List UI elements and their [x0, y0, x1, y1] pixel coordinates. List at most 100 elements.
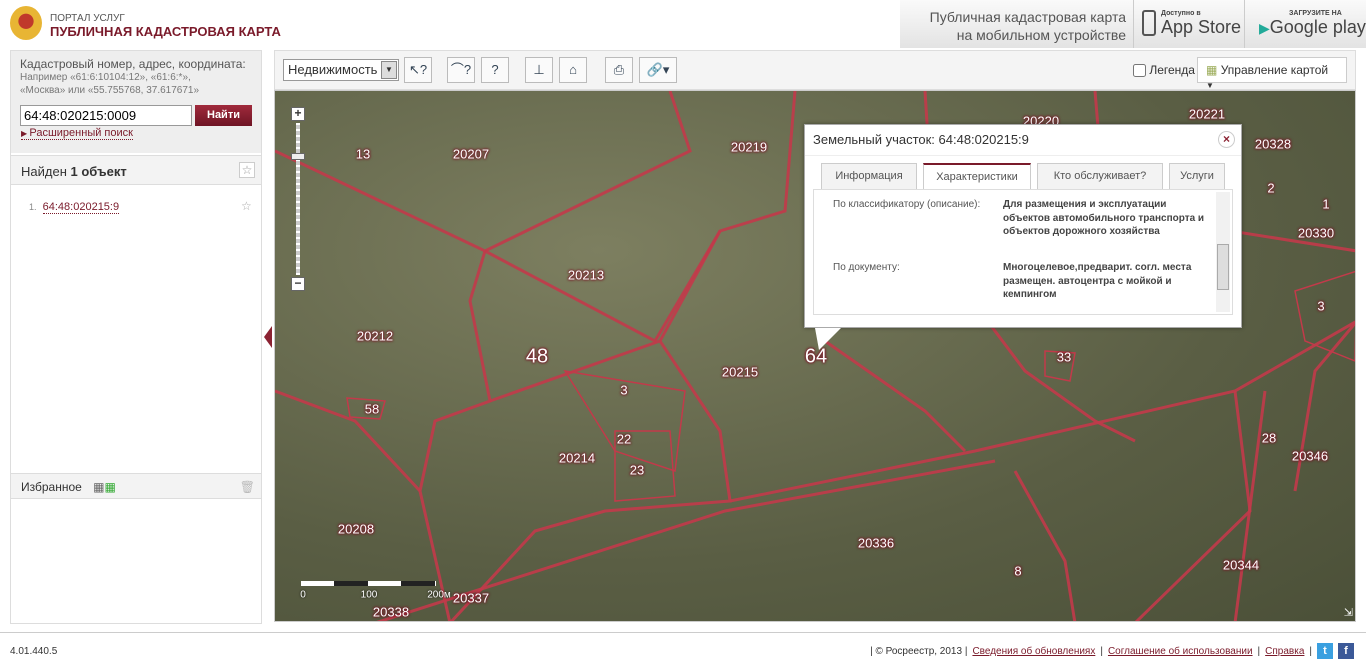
parcel-label[interactable]: 20337 — [453, 591, 489, 606]
parcel-label[interactable]: 20330 — [1298, 226, 1334, 241]
zoom-in-button[interactable]: + — [291, 107, 305, 121]
link-icon[interactable]: 🔗▾ — [639, 57, 677, 83]
parcel-line — [275, 91, 692, 253]
updates-link[interactable]: Сведения об обновлениях — [972, 646, 1095, 657]
parcel-label[interactable]: 8 — [1014, 564, 1021, 579]
parcel-label[interactable]: 28 — [1262, 431, 1276, 446]
scale-label-0: 0 — [300, 589, 306, 601]
tab-information[interactable]: Информация — [821, 163, 917, 189]
map-control-label: Управление картой — [1220, 63, 1329, 77]
legend-check[interactable] — [1133, 64, 1146, 78]
find-button[interactable]: Найти — [195, 105, 252, 126]
popup-pointer — [815, 328, 841, 350]
help-link[interactable]: Справка — [1265, 646, 1304, 657]
trash-icon[interactable]: 🗑 — [240, 480, 255, 494]
parcel-label[interactable]: 20336 — [858, 536, 894, 551]
parcel-label[interactable]: 20207 — [453, 147, 489, 162]
result-item[interactable]: 1. 64:48:020215:9 — [29, 201, 120, 214]
close-icon[interactable]: × — [1218, 131, 1235, 148]
parcel-line — [484, 91, 797, 343]
legend-checkbox[interactable]: Легенда — [1133, 63, 1195, 78]
legend-label: Легенда — [1149, 63, 1195, 77]
parcel-label[interactable]: 20213 — [568, 268, 604, 283]
parcel-label[interactable]: 20344 — [1223, 558, 1259, 573]
parcel-line — [418, 250, 492, 621]
parcel-label[interactable]: 33 — [1057, 350, 1071, 365]
result-link[interactable]: 64:48:020215:9 — [42, 201, 120, 214]
left-panel: Кадастровый номер, адрес, координата: На… — [10, 50, 262, 624]
layer-select[interactable]: Недвижимость ▼ — [283, 59, 399, 81]
version: 4.01.440.5 — [10, 646, 58, 657]
resize-corner-icon[interactable]: ⇲ — [1344, 606, 1353, 619]
play-icon: ▶ — [1259, 20, 1270, 36]
help-button[interactable]: ? — [481, 57, 509, 83]
scale-label-100: 100 — [360, 589, 378, 601]
scale-label-200: 200м — [427, 589, 451, 601]
parcel-label[interactable]: 20328 — [1255, 137, 1291, 152]
parcel-label[interactable]: 1 — [1322, 197, 1329, 212]
search-hint-2: «Москва» или «55.755768, 37.617671» — [20, 85, 200, 96]
zoom-handle[interactable] — [291, 153, 305, 160]
parcel-label[interactable]: 22 — [617, 432, 631, 447]
facebook-icon[interactable]: f — [1338, 643, 1354, 659]
tab-who-serves[interactable]: Кто обслуживает? — [1037, 163, 1163, 189]
parcel-label[interactable]: 58 — [365, 402, 379, 417]
collapse-panel-handle[interactable] — [264, 326, 272, 348]
parcel-label[interactable]: 20214 — [559, 451, 595, 466]
mobile-line1: Публичная кадастровая карта — [929, 9, 1126, 25]
appstore-button[interactable]: Доступно в App Store — [1133, 0, 1243, 48]
parcel-label[interactable]: 3 — [1317, 299, 1324, 314]
map-control-dropdown[interactable]: ▦ Управление картой ▼ — [1197, 57, 1347, 90]
search-input[interactable] — [20, 105, 192, 126]
tab-characteristics[interactable]: Характеристики — [923, 163, 1031, 189]
star-icon[interactable]: ☆ — [239, 162, 255, 178]
parcel-label[interactable]: 20346 — [1292, 449, 1328, 464]
scroll-thumb[interactable] — [1217, 244, 1229, 290]
search-panel: Кадастровый номер, адрес, координата: На… — [11, 51, 261, 153]
parcel-label[interactable]: 20215 — [722, 365, 758, 380]
popup-divider — [805, 155, 1241, 156]
parcel-line — [275, 389, 422, 493]
parcel-label[interactable]: 2 — [1267, 181, 1274, 196]
scale-bar — [301, 581, 436, 586]
parcel-label[interactable]: 20208 — [338, 522, 374, 537]
parcel-label[interactable]: 20219 — [731, 140, 767, 155]
mobile-line2: на мобильном устройстве — [956, 27, 1126, 43]
map-toolbar: Недвижимость ▼ ↖? ⌒? ? ⊥ ⌂ ⎙ 🔗▾ Легенда ▦… — [274, 50, 1356, 90]
print-icon[interactable]: ⎙ — [605, 57, 633, 83]
popup-scrollbar[interactable] — [1216, 192, 1230, 312]
identify-pointer-button[interactable]: ↖? — [404, 57, 432, 83]
classifier-value: Для размещения и эксплуатации объектов а… — [1003, 199, 1205, 237]
advanced-search-link[interactable]: ▶ Расширенный поиск — [21, 127, 133, 140]
google-play-button[interactable]: ЗАГРУЗИТЕ НА ▶Google play — [1244, 0, 1366, 48]
site-title[interactable]: ПУБЛИЧНАЯ КАДАСТРОВАЯ КАРТА — [50, 24, 281, 39]
parcel-label[interactable]: 13 — [356, 147, 370, 162]
classifier-key: По классификатору (описание): — [833, 199, 981, 210]
characteristics-panel: По классификатору (описание): Для размещ… — [813, 189, 1233, 315]
zoom-out-button[interactable]: − — [291, 277, 305, 291]
area-icon[interactable]: ⌂ — [559, 57, 587, 83]
twitter-icon[interactable]: t — [1317, 643, 1333, 659]
parcel-label[interactable]: 23 — [630, 463, 644, 478]
tab-services[interactable]: Услуги — [1169, 163, 1225, 189]
parcel-label[interactable]: 48 — [526, 346, 548, 369]
parcel-label[interactable]: 20338 — [373, 605, 409, 620]
favorites-label: Избранное — [21, 480, 82, 494]
zoom-track[interactable] — [296, 123, 300, 275]
copyright: | © Росреестр, 2013 | — [870, 645, 968, 657]
parcel-line — [1013, 470, 1077, 621]
distance-icon[interactable]: ⊥ — [525, 57, 553, 83]
parcel-label[interactable]: 20212 — [357, 329, 393, 344]
parcel-label[interactable]: 3 — [620, 383, 627, 398]
result-star-icon[interactable]: ☆ — [241, 199, 252, 213]
measure-button[interactable]: ⌒? — [447, 57, 475, 83]
excel-export-icon[interactable]: ▦ — [105, 480, 116, 494]
footer-links: | © Росреестр, 2013 | Сведения об обновл… — [870, 643, 1354, 659]
export-icon[interactable]: ▦ — [93, 480, 104, 494]
parcel-label[interactable]: 20221 — [1189, 107, 1225, 122]
emblem-logo — [10, 6, 42, 40]
terms-link[interactable]: Соглашение об использовании — [1108, 646, 1253, 657]
zoom-slider[interactable]: + − — [291, 107, 305, 291]
parcel-line — [1293, 321, 1355, 492]
layer-select-value: Недвижимость — [288, 62, 378, 77]
